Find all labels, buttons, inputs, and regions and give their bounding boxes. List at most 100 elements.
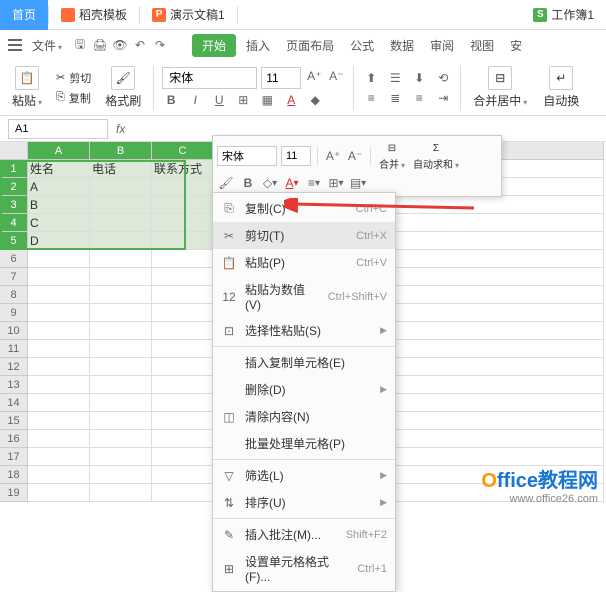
decrease-font-icon[interactable]: A⁻ <box>346 147 364 165</box>
cm-copy[interactable]: ⎘复制(C)Ctrl+C <box>213 195 395 222</box>
row-header[interactable]: 18 <box>0 466 28 484</box>
cell[interactable] <box>152 466 214 484</box>
save-icon[interactable]: 🖫 <box>72 37 88 53</box>
cell[interactable]: C <box>28 214 90 232</box>
cell[interactable] <box>28 322 90 340</box>
cell[interactable] <box>152 268 214 286</box>
cell[interactable] <box>90 322 152 340</box>
cell[interactable] <box>28 286 90 304</box>
cm-insert-copied[interactable]: 插入复制单元格(E) <box>213 349 395 376</box>
format-icon[interactable]: ▤▾ <box>349 174 367 192</box>
file-menu[interactable]: 文件 <box>26 33 68 58</box>
indent-icon[interactable]: ⇥ <box>434 89 452 107</box>
cell[interactable] <box>90 484 152 502</box>
cell[interactable]: A <box>28 178 90 196</box>
align-right-icon[interactable]: ≡ <box>410 89 428 107</box>
cell[interactable] <box>28 448 90 466</box>
align-bottom-icon[interactable]: ⬇ <box>410 69 428 87</box>
cell[interactable] <box>90 394 152 412</box>
cell[interactable] <box>152 430 214 448</box>
cm-sort[interactable]: ⇅排序(U)▶ <box>213 489 395 516</box>
font-color-icon[interactable]: A▾ <box>283 174 301 192</box>
row-header[interactable]: 19 <box>0 484 28 502</box>
menu-view[interactable]: 视图 <box>464 33 500 58</box>
cell[interactable] <box>28 412 90 430</box>
cell[interactable]: B <box>28 196 90 214</box>
row-header[interactable]: 1 <box>0 160 28 178</box>
cm-format-cells[interactable]: ⊞设置单元格格式(F)...Ctrl+1 <box>213 548 395 589</box>
cell[interactable] <box>152 340 214 358</box>
highlight-icon[interactable]: ◆ <box>306 91 324 109</box>
mini-merge-button[interactable]: ⊟合并 <box>377 140 407 171</box>
cell[interactable] <box>90 250 152 268</box>
cell[interactable] <box>28 376 90 394</box>
cut-button[interactable]: ✂剪切 <box>54 69 93 87</box>
border-icon[interactable]: ⊞ <box>234 91 252 109</box>
preview-icon[interactable]: 👁 <box>112 37 128 53</box>
cell[interactable] <box>152 214 214 232</box>
cell[interactable] <box>90 268 152 286</box>
cm-cut[interactable]: ✂剪切(T)Ctrl+X <box>213 222 395 249</box>
cm-batch[interactable]: 批量处理单元格(P) <box>213 430 395 457</box>
row-header[interactable]: 2 <box>0 178 28 196</box>
cell[interactable] <box>152 394 214 412</box>
cell[interactable] <box>152 412 214 430</box>
border-icon[interactable]: ⊞▾ <box>327 174 345 192</box>
cm-paste[interactable]: 📋粘贴(P)Ctrl+V <box>213 249 395 276</box>
underline-icon[interactable]: U <box>210 91 228 109</box>
cell[interactable] <box>152 376 214 394</box>
cell[interactable] <box>28 268 90 286</box>
row-header[interactable]: 5 <box>0 232 28 250</box>
cell[interactable]: 联系方式 <box>152 160 214 178</box>
row-header[interactable]: 8 <box>0 286 28 304</box>
fill-icon[interactable]: ◇▾ <box>261 174 279 192</box>
cell[interactable]: 姓名 <box>28 160 90 178</box>
row-header[interactable]: 14 <box>0 394 28 412</box>
orientation-icon[interactable]: ⟲ <box>434 69 452 87</box>
row-header[interactable]: 9 <box>0 304 28 322</box>
cell[interactable] <box>152 286 214 304</box>
cell[interactable] <box>90 340 152 358</box>
bold-icon[interactable]: B <box>162 91 180 109</box>
fx-icon[interactable]: fx <box>116 122 125 136</box>
cell[interactable] <box>152 178 214 196</box>
cell[interactable] <box>152 304 214 322</box>
paste-button[interactable]: 📋 粘贴 <box>8 64 46 111</box>
mini-font-input[interactable] <box>217 146 277 166</box>
cell[interactable] <box>90 196 152 214</box>
align-left-icon[interactable]: ≡ <box>362 89 380 107</box>
align-middle-icon[interactable]: ☰ <box>386 69 404 87</box>
row-header[interactable]: 6 <box>0 250 28 268</box>
cell[interactable] <box>152 250 214 268</box>
row-header[interactable]: 11 <box>0 340 28 358</box>
cell[interactable] <box>28 250 90 268</box>
increase-font-icon[interactable]: A⁺ <box>305 67 323 85</box>
cell[interactable] <box>152 448 214 466</box>
menu-icon[interactable] <box>8 39 22 51</box>
print-icon[interactable]: 🖨 <box>92 37 108 53</box>
menu-data[interactable]: 数据 <box>384 33 420 58</box>
copy-button[interactable]: ⎘复制 <box>54 89 93 107</box>
row-header[interactable]: 3 <box>0 196 28 214</box>
font-color-icon[interactable]: A <box>282 91 300 109</box>
increase-font-icon[interactable]: A⁺ <box>324 147 342 165</box>
cm-clear[interactable]: ◫清除内容(N) <box>213 403 395 430</box>
cell[interactable] <box>28 484 90 502</box>
fill-icon[interactable]: ▦ <box>258 91 276 109</box>
cell[interactable] <box>90 214 152 232</box>
cell[interactable] <box>28 340 90 358</box>
cm-delete[interactable]: 删除(D)▶ <box>213 376 395 403</box>
menu-formula[interactable]: 公式 <box>344 33 380 58</box>
font-size-input[interactable] <box>261 67 301 89</box>
menu-page-layout[interactable]: 页面布局 <box>280 33 340 58</box>
col-header[interactable]: A <box>28 142 90 160</box>
undo-icon[interactable]: ↶ <box>132 37 148 53</box>
cell[interactable] <box>28 466 90 484</box>
cell[interactable] <box>90 376 152 394</box>
name-box[interactable] <box>8 119 108 139</box>
decrease-font-icon[interactable]: A⁻ <box>327 67 345 85</box>
cell[interactable] <box>90 358 152 376</box>
format-painter-button[interactable]: 🖌 格式刷 <box>101 64 145 111</box>
redo-icon[interactable]: ↷ <box>152 37 168 53</box>
tab-presentation[interactable]: P演示文稿1 <box>140 0 237 30</box>
